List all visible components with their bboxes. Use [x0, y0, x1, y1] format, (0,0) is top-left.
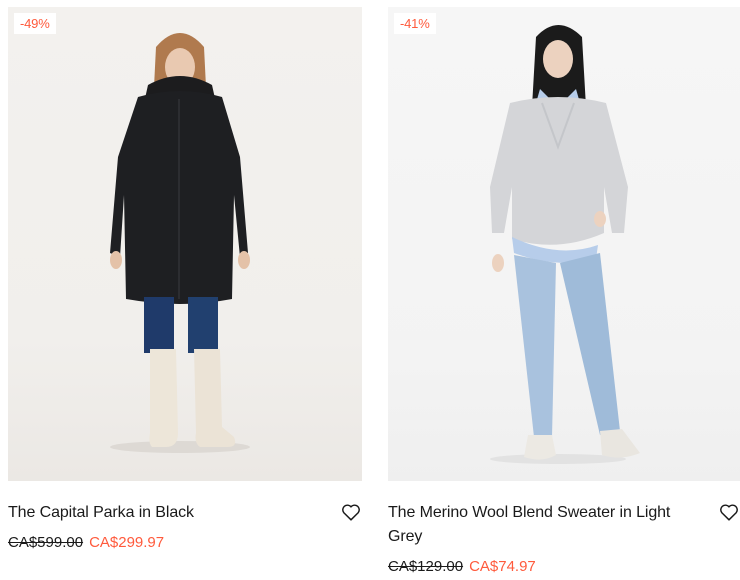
discount-badge: -49%: [14, 13, 56, 34]
parka-model-illustration: [110, 33, 250, 453]
product-title[interactable]: The Merino Wool Blend Sweater in Light G…: [388, 501, 740, 549]
sale-price: CA$299.97: [89, 534, 165, 551]
sale-price: CA$74.97: [469, 558, 536, 575]
product-image[interactable]: -41%: [388, 7, 740, 481]
product-card[interactable]: -49% The Capital Parka in Black CA$599.0…: [8, 7, 362, 553]
price-row: CA$599.00 CA$299.97: [8, 533, 362, 553]
product-title[interactable]: The Capital Parka in Black: [8, 501, 362, 525]
original-price: CA$129.00: [388, 558, 464, 575]
sweater-model-illustration: [490, 25, 640, 464]
heart-outline-icon[interactable]: [718, 501, 740, 523]
heart-outline-icon[interactable]: [340, 501, 362, 523]
discount-badge: -41%: [394, 13, 436, 34]
original-price: CA$599.00: [8, 534, 84, 551]
price-row: CA$129.00 CA$74.97: [388, 557, 740, 577]
product-card[interactable]: -41% The Merino Wool Blend Sweater in Li…: [388, 7, 740, 577]
product-image[interactable]: -49%: [8, 7, 362, 481]
